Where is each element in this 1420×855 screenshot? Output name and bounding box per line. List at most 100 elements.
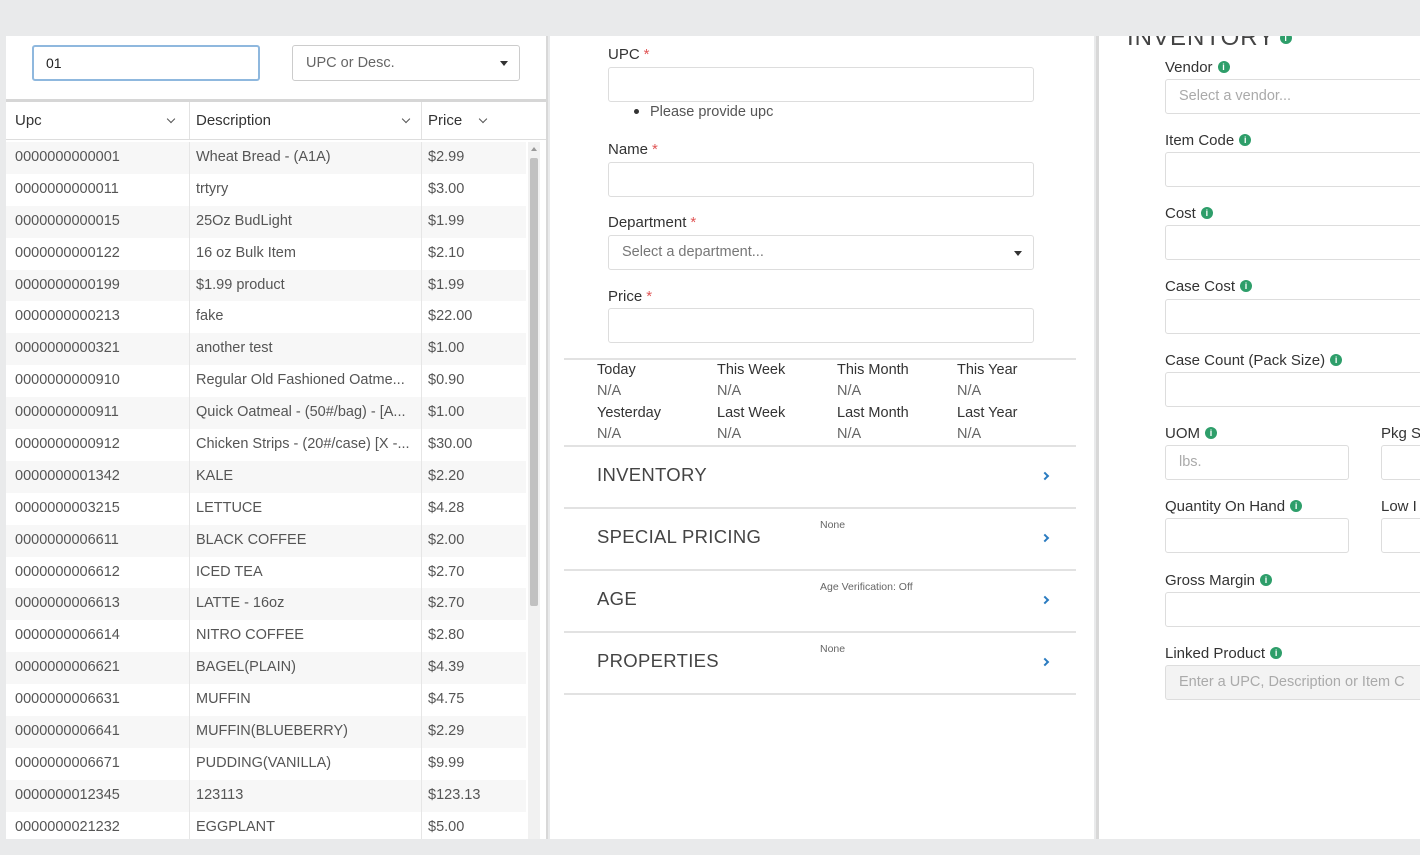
info-icon[interactable]: i — [1330, 354, 1343, 367]
table-row[interactable]: 0000000003215 LETTUCE $4.28 — [6, 492, 526, 525]
table-row[interactable]: 0000000000011 trtyry $3.00 — [6, 173, 526, 206]
cell-upc: 0000000000015 — [6, 205, 190, 238]
table-row[interactable]: 0000000000199 $1.99 product $1.99 — [6, 269, 526, 302]
quantity-on-hand-field[interactable] — [1165, 518, 1349, 553]
table-row[interactable]: 0000000012345 123113 $123.13 — [6, 779, 526, 812]
scrollbar-thumb[interactable] — [530, 158, 538, 606]
section-special-pricing[interactable]: SPECIAL PRICING None — [564, 509, 1076, 571]
cell-description: KALE — [190, 460, 422, 493]
low-inventory-field[interactable] — [1381, 518, 1420, 553]
linked-product-field[interactable]: Enter a UPC, Description or Item C — [1165, 665, 1420, 700]
table-row[interactable]: 0000000006671 PUDDING(VANILLA) $9.99 — [6, 747, 526, 780]
chevron-right-icon[interactable] — [1040, 657, 1050, 667]
name-field[interactable] — [608, 162, 1034, 197]
case-count-label-text: Case Count (Pack Size) — [1165, 352, 1326, 369]
department-select[interactable]: Select a department... — [608, 235, 1034, 270]
info-icon[interactable]: i — [1239, 134, 1252, 147]
uom-field[interactable]: lbs. — [1165, 445, 1349, 480]
table-row[interactable]: 0000000000911 Quick Oatmeal - (50#/bag) -… — [6, 397, 526, 430]
column-header-description[interactable]: Description — [190, 102, 422, 139]
gross-margin-field[interactable] — [1165, 592, 1420, 627]
linked-product-label: Linked Product i — [1165, 645, 1283, 662]
stat-label: Last Year — [957, 405, 1018, 421]
uom-label: UOM i — [1165, 425, 1217, 442]
search-bar: UPC or Desc. — [6, 36, 546, 102]
table-row[interactable]: 0000000000912 Chicken Strips - (20#/case)… — [6, 429, 526, 461]
vendor-label-text: Vendor — [1165, 59, 1213, 76]
section-inventory[interactable]: INVENTORY — [564, 447, 1076, 509]
info-icon[interactable]: i — [1280, 36, 1293, 44]
info-icon[interactable]: i — [1240, 280, 1253, 293]
cell-description: Chicken Strips - (20#/case) [X -... — [190, 429, 422, 461]
stat-label: Last Week — [717, 405, 786, 421]
cost-field[interactable] — [1165, 225, 1420, 260]
case-count-field[interactable] — [1165, 372, 1420, 407]
section-note: Age Verification: Off — [820, 581, 913, 593]
table-row[interactable]: 0000000000321 another test $1.00 — [6, 333, 526, 366]
info-icon[interactable]: i — [1200, 207, 1213, 220]
department-label: Department * — [608, 214, 696, 231]
table-row[interactable]: 0000000000015 25Oz BudLight $1.99 — [6, 205, 526, 238]
column-header-price[interactable]: Price — [422, 102, 526, 139]
chevron-down-icon[interactable] — [401, 114, 411, 124]
upc-label: UPC * — [608, 46, 650, 63]
table-row[interactable]: 0000000021232 EGGPLANT $5.00 — [6, 811, 526, 839]
section-title: SPECIAL PRICING — [597, 526, 762, 547]
section-title: PROPERTIES — [597, 650, 719, 671]
table-row[interactable]: 0000000006613 LATTE - 16oz $2.70 — [6, 588, 526, 621]
scroll-up-arrow-icon[interactable] — [531, 147, 537, 151]
cell-description: fake — [190, 301, 422, 334]
case-cost-field[interactable] — [1165, 299, 1420, 334]
table-row[interactable]: 0000000000213 fake $22.00 — [6, 301, 526, 334]
item-code-label: Item Code i — [1165, 132, 1252, 149]
upc-field[interactable] — [608, 67, 1034, 102]
vendor-select[interactable]: Select a vendor... — [1165, 79, 1420, 114]
grid-scrollbar[interactable] — [528, 142, 540, 839]
cost-label: Cost i — [1165, 205, 1213, 222]
chevron-down-icon[interactable] — [166, 114, 176, 124]
table-row[interactable]: 0000000000910 Regular Old Fashioned Oatme… — [6, 365, 526, 398]
info-icon[interactable]: i — [1205, 427, 1217, 440]
stat-value: N/A — [597, 383, 622, 399]
table-row[interactable]: 0000000006611 BLACK COFFEE $2.00 — [6, 524, 526, 557]
table-row[interactable]: 0000000006621 BAGEL(PLAIN) $4.39 — [6, 652, 526, 685]
upc-error-message: Please provide upc — [634, 104, 773, 120]
chevron-right-icon[interactable] — [1040, 471, 1050, 481]
pkg-size-field[interactable] — [1381, 445, 1420, 480]
table-row[interactable]: 0000000006631 MUFFIN $4.75 — [6, 684, 526, 717]
table-row[interactable]: 0000000006614 NITRO COFFEE $2.80 — [6, 620, 526, 653]
section-note: None — [820, 643, 846, 655]
chevron-down-icon[interactable] — [478, 114, 488, 124]
cell-price: $4.39 — [428, 659, 465, 676]
uom-placeholder: lbs. — [1179, 454, 1202, 470]
pkg-size-label: Pkg S — [1381, 425, 1420, 442]
section-title: INVENTORY — [597, 464, 707, 485]
info-icon[interactable]: i — [1260, 574, 1273, 587]
cell-upc: 0000000003215 — [6, 492, 190, 525]
item-code-field[interactable] — [1165, 152, 1420, 187]
cell-upc: 0000000000912 — [6, 429, 190, 461]
search-input[interactable] — [32, 45, 260, 81]
quantity-on-hand-label-text: Quantity On Hand — [1165, 498, 1286, 515]
info-icon[interactable]: i — [1290, 500, 1303, 513]
chevron-right-icon[interactable] — [1040, 595, 1050, 605]
table-row[interactable]: 0000000006612 ICED TEA $2.70 — [6, 556, 526, 589]
table-row[interactable]: 0000000006641 MUFFIN(BLUEBERRY) $2.29 — [6, 716, 526, 748]
cell-upc: 0000000000001 — [6, 142, 190, 174]
inventory-heading-text: INVENTORY — [1127, 36, 1276, 51]
cell-upc: 0000000000122 — [6, 237, 190, 270]
cell-price: $2.20 — [428, 467, 465, 484]
cell-upc: 0000000006631 — [6, 684, 190, 717]
price-field[interactable] — [608, 308, 1034, 343]
info-icon[interactable]: i — [1270, 647, 1283, 660]
section-age[interactable]: AGE Age Verification: Off — [564, 571, 1076, 633]
table-row[interactable]: 0000000000122 16 oz Bulk Item $2.10 — [6, 237, 526, 270]
section-properties[interactable]: PROPERTIES None — [564, 633, 1076, 695]
column-header-upc[interactable]: Upc — [6, 102, 190, 139]
chevron-right-icon[interactable] — [1040, 533, 1050, 543]
search-type-select[interactable]: UPC or Desc. — [292, 45, 520, 81]
table-row[interactable]: 0000000000001 Wheat Bread - (A1A) $2.99 — [6, 142, 526, 174]
cell-price: $5.00 — [428, 818, 465, 835]
table-row[interactable]: 0000000001342 KALE $2.20 — [6, 460, 526, 493]
info-icon[interactable]: i — [1217, 61, 1230, 74]
